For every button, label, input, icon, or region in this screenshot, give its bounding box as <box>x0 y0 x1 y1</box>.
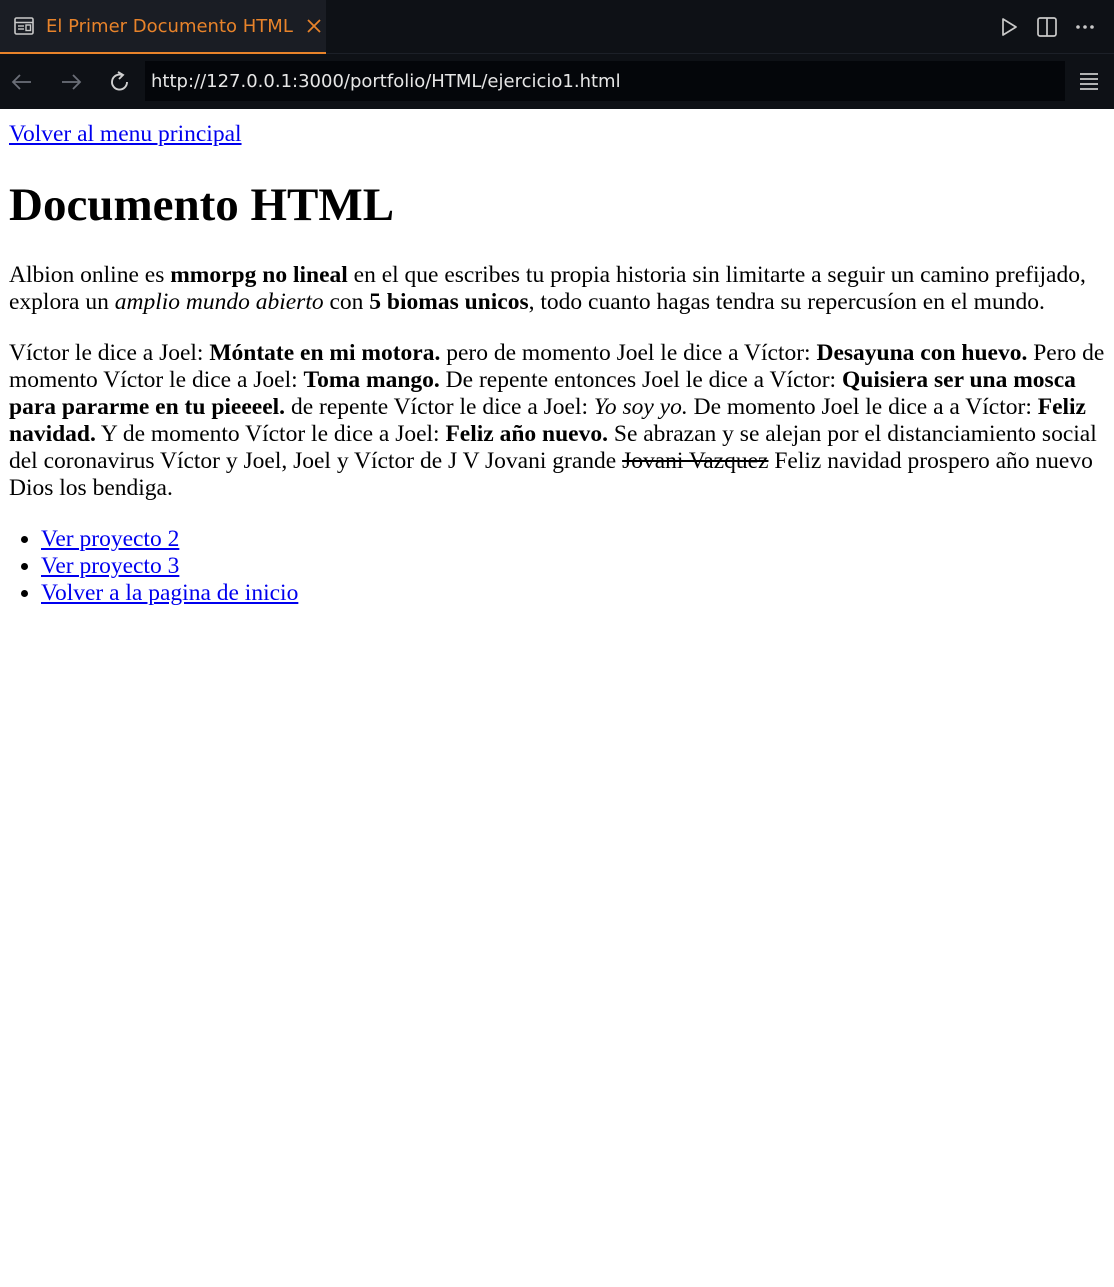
preview-icon <box>14 17 34 35</box>
list-item: Ver proyecto 2 <box>41 526 1105 553</box>
italic-text: amplio mundo abierto <box>114 289 324 315</box>
bold-text: Feliz año nuevo. <box>445 421 608 447</box>
project-2-link[interactable]: Ver proyecto 2 <box>41 526 179 552</box>
bold-text: Toma mango. <box>303 367 440 393</box>
paragraph-albion: Albion online es mmorpg no lineal en el … <box>9 262 1105 316</box>
text: Víctor le dice a Joel: <box>9 340 210 366</box>
close-icon[interactable] <box>305 17 323 35</box>
reload-icon[interactable] <box>107 69 133 95</box>
editor-tab-bar: El Primer Documento HTML <box>0 0 1114 54</box>
paragraph-story: Víctor le dice a Joel: Móntate en mi mot… <box>9 340 1105 502</box>
url-input[interactable] <box>145 61 1065 101</box>
arrow-left-icon[interactable] <box>9 69 35 95</box>
tab-preview[interactable]: El Primer Documento HTML <box>0 0 326 54</box>
text: con <box>323 289 370 315</box>
address-bar <box>0 54 1114 109</box>
text: de repente Víctor le dice a Joel: <box>285 394 594 420</box>
arrow-right-icon[interactable] <box>58 69 84 95</box>
more-icon[interactable] <box>1074 15 1096 39</box>
menu-icon[interactable] <box>1078 70 1100 92</box>
bold-text: Móntate en mi motora. <box>209 340 441 366</box>
text: De momento Joel le dice a a Víctor: <box>687 394 1038 420</box>
back-to-menu-link[interactable]: Volver al menu principal <box>9 121 242 147</box>
home-page-link[interactable]: Volver a la pagina de inicio <box>41 580 298 606</box>
text: De repente entonces Joel le dice a Vícto… <box>439 367 842 393</box>
text: Albion online es <box>9 262 171 288</box>
bold-text: mmorpg no lineal <box>170 262 348 288</box>
run-icon[interactable] <box>998 15 1020 39</box>
bold-text: Desayuna con huevo. <box>816 340 1028 366</box>
text: Y de momento Víctor le dice a Joel: <box>95 421 446 447</box>
strikethrough-text: Jovani Vazquez <box>622 448 769 474</box>
project-3-link[interactable]: Ver proyecto 3 <box>41 553 179 579</box>
bold-text: 5 biomas unicos <box>369 289 529 315</box>
split-editor-icon[interactable] <box>1036 15 1058 39</box>
text: pero de momento Joel le dice a Víctor: <box>440 340 817 366</box>
editor-actions <box>998 15 1096 39</box>
tab-title: El Primer Documento HTML <box>46 15 293 37</box>
page-content: Volver al menu principal Documento HTML … <box>0 109 1114 1287</box>
list-item: Volver a la pagina de inicio <box>41 580 1105 607</box>
page-title: Documento HTML <box>9 179 395 231</box>
list-item: Ver proyecto 3 <box>41 553 1105 580</box>
text: , todo cuanto hagas tendra su repercusío… <box>528 289 1045 315</box>
project-links-list: Ver proyecto 2 Ver proyecto 3 Volver a l… <box>9 526 1105 607</box>
italic-text: Yo soy yo. <box>593 394 688 420</box>
